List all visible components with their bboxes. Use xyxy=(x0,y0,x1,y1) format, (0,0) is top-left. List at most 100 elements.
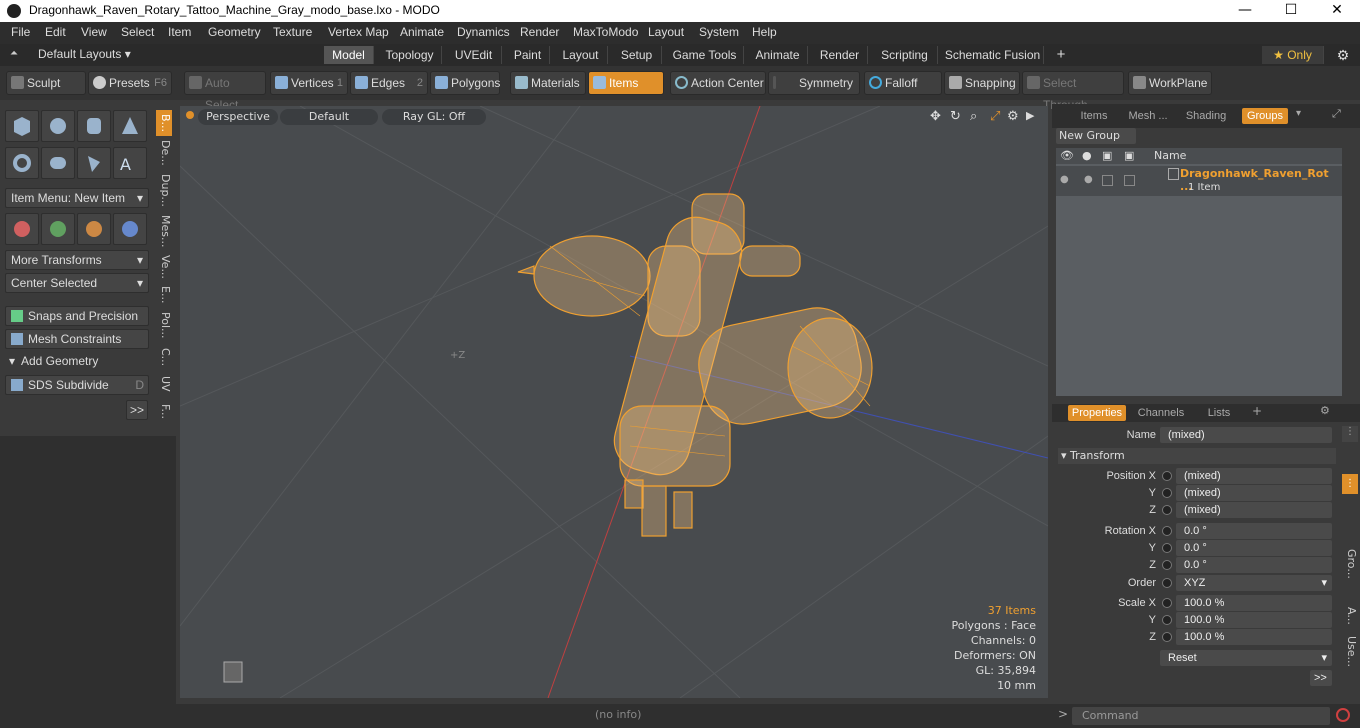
position-z-field[interactable]: (mixed) xyxy=(1176,502,1332,518)
close-button[interactable]: ✕ xyxy=(1314,0,1360,22)
transform-tool-icon[interactable] xyxy=(113,213,147,245)
position-z-key-dot[interactable] xyxy=(1162,505,1172,515)
name-column-header[interactable]: Name xyxy=(1154,149,1186,162)
tab-channels[interactable]: Channels xyxy=(1136,405,1186,421)
move-tool-icon[interactable] xyxy=(5,213,39,245)
cube-icon[interactable] xyxy=(5,110,39,142)
rotation-y-field[interactable]: 0.0 ° xyxy=(1176,540,1332,556)
vtab-duplicate[interactable]: Dup... xyxy=(156,170,172,210)
3d-viewport[interactable]: Perspective Default Ray GL: Off +Z ✥ ↻ ⌕… xyxy=(180,106,1048,698)
edges-button[interactable]: Edges 2 xyxy=(350,71,428,95)
falloff-button[interactable]: Falloff xyxy=(864,71,942,95)
position-y-field[interactable]: (mixed) xyxy=(1176,485,1332,501)
side-tab-groups[interactable]: Gro... xyxy=(1342,544,1358,584)
render-checkbox[interactable] xyxy=(1102,175,1113,186)
vtab-vertex[interactable]: Ve... xyxy=(156,252,172,282)
pen-tool-icon[interactable] xyxy=(77,147,111,179)
group-row[interactable]: ● ● Dragonhawk_Raven_Rot ... 1 Item xyxy=(1056,166,1342,196)
menu-item[interactable]: Item xyxy=(168,25,191,39)
rotation-x-field[interactable]: 0.0 ° xyxy=(1176,523,1332,539)
polygons-button[interactable]: Polygons xyxy=(430,71,500,95)
menu-help[interactable]: Help xyxy=(752,25,777,39)
menu-edit[interactable]: Edit xyxy=(45,25,66,39)
items-button[interactable]: Items xyxy=(588,71,664,95)
text-tool-icon[interactable]: A xyxy=(113,147,147,179)
side-tab-user[interactable]: Use... xyxy=(1342,634,1358,670)
vtab-mesh-edit[interactable]: Mes... xyxy=(156,212,172,250)
more-properties-button[interactable]: >> xyxy=(1310,670,1332,686)
action-center-button[interactable]: Action Center xyxy=(670,71,766,95)
mesh-constraints-button[interactable]: Mesh Constraints xyxy=(5,329,149,349)
zoom-icon[interactable]: ⌕ xyxy=(970,109,977,124)
sculpt-button[interactable]: Sculpt xyxy=(6,71,86,95)
raygl-button[interactable]: Ray GL: Off xyxy=(382,109,486,125)
scale-tool-icon[interactable] xyxy=(77,213,111,245)
tab-shading[interactable]: Shading xyxy=(1184,108,1228,124)
order-key-dot[interactable] xyxy=(1162,578,1172,588)
vtab-polygon[interactable]: Pol... xyxy=(156,308,172,342)
workplane-button[interactable]: WorkPlane xyxy=(1128,71,1212,95)
menu-animate[interactable]: Animate xyxy=(400,25,444,39)
tab-animate[interactable]: Animate xyxy=(748,46,808,64)
add-geometry-section[interactable]: ▾ Add Geometry xyxy=(5,352,149,372)
tab-paint[interactable]: Paint xyxy=(506,46,550,64)
scale-z-field[interactable]: 100.0 % xyxy=(1176,629,1332,645)
tab-render[interactable]: Render xyxy=(812,46,868,64)
order-dropdown[interactable]: XYZ ▾ xyxy=(1176,575,1332,591)
new-group-button[interactable]: New Group xyxy=(1056,128,1136,144)
materials-button[interactable]: Materials xyxy=(510,71,586,95)
vtab-fusion[interactable]: F... xyxy=(156,398,172,426)
position-x-field[interactable]: (mixed) xyxy=(1176,468,1332,484)
viewport-menu-arrow-icon[interactable]: ▶ xyxy=(1026,109,1034,122)
snaps-precision-button[interactable]: Snaps and Precision xyxy=(5,306,149,326)
menu-vertex-map[interactable]: Vertex Map xyxy=(328,25,389,39)
capsule-icon[interactable] xyxy=(41,147,75,179)
tab-mesh[interactable]: Mesh ... xyxy=(1126,108,1170,124)
vtab-basic[interactable]: B... xyxy=(156,110,172,136)
viewport-settings-icon[interactable]: ⚙ xyxy=(1007,109,1019,124)
torus-icon[interactable] xyxy=(5,147,39,179)
shading-button[interactable]: Default xyxy=(280,109,378,125)
scale-z-key-dot[interactable] xyxy=(1162,632,1172,642)
tab-uvedit[interactable]: UVEdit xyxy=(446,46,502,64)
rotate-view-icon[interactable]: ↻ xyxy=(950,109,961,124)
tab-topology[interactable]: Topology xyxy=(378,46,442,64)
more-transforms-dropdown[interactable]: More Transforms ▾ xyxy=(5,250,149,270)
center-selected-dropdown[interactable]: Center Selected ▾ xyxy=(5,273,149,293)
gear-icon[interactable]: ⚙ xyxy=(1330,46,1356,64)
vertices-button[interactable]: Vertices 1 xyxy=(270,71,348,95)
tab-scripting[interactable]: Scripting xyxy=(872,46,938,64)
select-through-button[interactable]: Select Through xyxy=(1022,71,1124,112)
presets-button[interactable]: Presets F6 xyxy=(88,71,172,95)
more-tools-button[interactable]: >> xyxy=(126,400,148,420)
rotation-z-field[interactable]: 0.0 ° xyxy=(1176,557,1332,573)
snapping-button[interactable]: Snapping xyxy=(944,71,1020,95)
maximize-viewport-icon[interactable]: ⤢ xyxy=(990,109,1000,124)
maximize-button[interactable]: ☐ xyxy=(1268,0,1314,22)
tab-layout[interactable]: Layout xyxy=(554,46,608,64)
tab-lists[interactable]: Lists xyxy=(1202,405,1236,421)
menu-render[interactable]: Render xyxy=(520,25,559,39)
scale-x-key-dot[interactable] xyxy=(1162,598,1172,608)
select-checkbox[interactable] xyxy=(1124,175,1135,186)
scale-y-key-dot[interactable] xyxy=(1162,615,1172,625)
layout-selector[interactable]: Default Layouts ▾ xyxy=(38,47,131,61)
tattoo-machine-wireframe[interactable] xyxy=(517,193,873,537)
rotation-x-key-dot[interactable] xyxy=(1162,526,1172,536)
side-handle[interactable]: ⋮ xyxy=(1342,426,1358,442)
vtab-deform[interactable]: De... xyxy=(156,138,172,168)
position-y-key-dot[interactable] xyxy=(1162,488,1172,498)
layout-expand-icon[interactable]: ⏶ xyxy=(10,48,20,60)
symmetry-button[interactable]: Symmetry xyxy=(768,71,860,95)
menu-system[interactable]: System xyxy=(699,25,739,39)
side-tab-assembly[interactable]: A... xyxy=(1342,604,1358,628)
menu-view[interactable]: View xyxy=(81,25,107,39)
panel-settings-icon[interactable]: ⚙ xyxy=(1320,404,1330,417)
menu-maxtomodo[interactable]: MaxToModo xyxy=(573,25,638,39)
command-input[interactable]: Command xyxy=(1072,707,1330,725)
scale-x-field[interactable]: 100.0 % xyxy=(1176,595,1332,611)
menu-geometry[interactable]: Geometry xyxy=(208,25,261,39)
sphere-icon[interactable] xyxy=(41,110,75,142)
side-tab-active[interactable]: ⋮ xyxy=(1342,474,1358,494)
panel-expand-icon[interactable]: ⤢ xyxy=(1332,107,1341,121)
